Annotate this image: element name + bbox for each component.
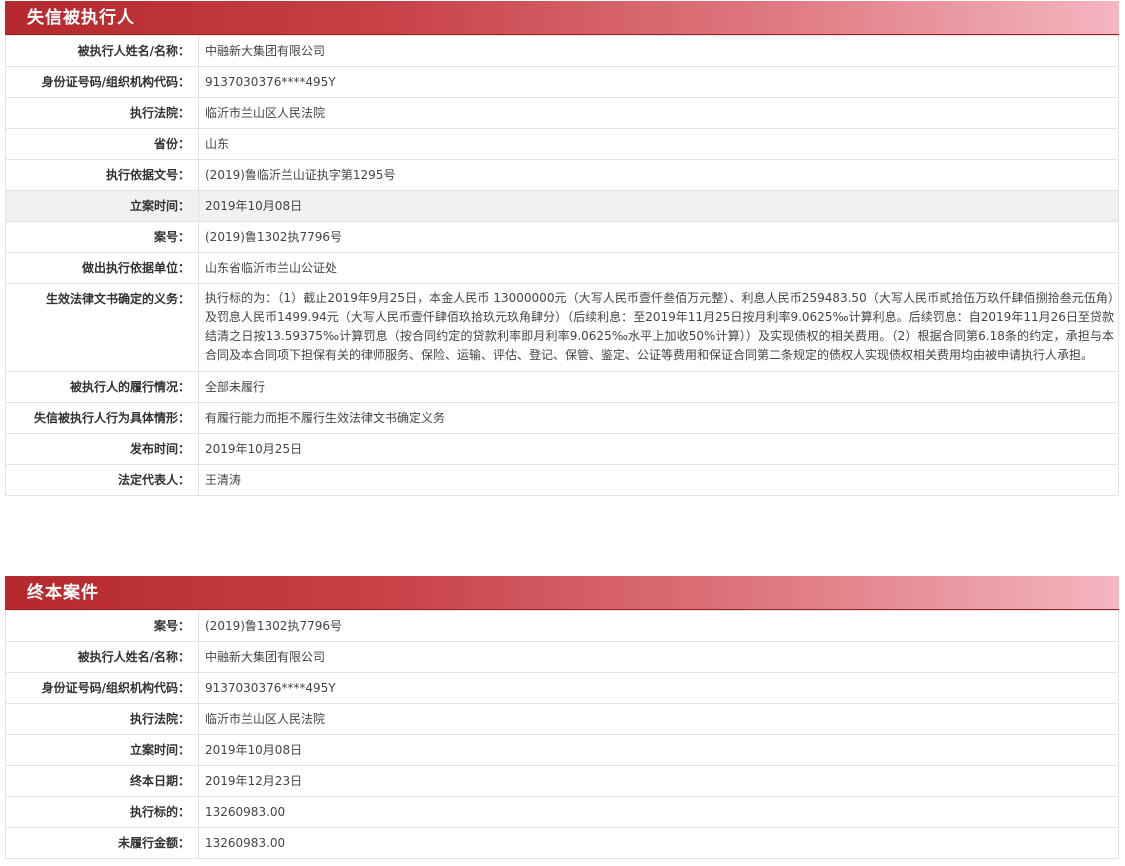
section-title: 失信被执行人	[27, 8, 135, 28]
field-label: 身份证号码/组织机构代码：	[5, 66, 199, 98]
field-label: 失信被执行人行为具体情形：	[5, 402, 199, 434]
section-title: 终本案件	[27, 583, 99, 603]
section-header: 终本案件	[5, 576, 1119, 610]
field-value: 2019年12月23日	[198, 765, 1119, 797]
info-row: 身份证号码/组织机构代码： 9137030376****495Y	[5, 66, 1119, 98]
info-row: 生效法律文书确定的义务： 执行标的为：（1）截止2019年9月25日，本金人民币 …	[5, 283, 1119, 372]
info-row: 法定代表人： 王清涛	[5, 464, 1119, 496]
field-value: (2019)鲁1302执7796号	[198, 221, 1119, 253]
terminated-case-table: 案号： (2019)鲁1302执7796号 被执行人姓名/名称： 中融新大集团有限公司…	[5, 610, 1119, 859]
info-row: 终本日期： 2019年12月23日	[5, 765, 1119, 797]
field-label: 生效法律文书确定的义务：	[5, 283, 199, 372]
field-label: 被执行人姓名/名称：	[5, 641, 199, 673]
field-value: 9137030376****495Y	[198, 672, 1119, 704]
field-value: 2019年10月08日	[198, 734, 1119, 766]
info-row: 执行标的： 13260983.00	[5, 796, 1119, 828]
info-row: 执行法院： 临沂市兰山区人民法院	[5, 703, 1119, 735]
dishonest-debtor-table: 被执行人姓名/名称： 中融新大集团有限公司 身份证号码/组织机构代码： 9137030…	[5, 35, 1119, 496]
info-row: 被执行人的履行情况： 全部未履行	[5, 371, 1119, 403]
field-value: 全部未履行	[198, 371, 1119, 403]
field-label: 做出执行依据单位：	[5, 252, 199, 284]
info-row: 做出执行依据单位： 山东省临沂市兰山公证处	[5, 252, 1119, 284]
field-label: 执行法院：	[5, 703, 199, 735]
info-row: 发布时间： 2019年10月25日	[5, 433, 1119, 465]
info-row: 失信被执行人行为具体情形： 有履行能力而拒不履行生效法律文书确定义务	[5, 402, 1119, 434]
field-value: 13260983.00	[198, 796, 1119, 828]
field-value: 执行标的为：（1）截止2019年9月25日，本金人民币 13000000元（大写…	[198, 283, 1119, 372]
field-label: 执行标的：	[5, 796, 199, 828]
info-row: 案号： (2019)鲁1302执7796号	[5, 221, 1119, 253]
field-value: 王清涛	[198, 464, 1119, 496]
field-value: 13260983.00	[198, 827, 1119, 859]
terminated-case-section: 终本案件 案号： (2019)鲁1302执7796号 被执行人姓名/名称： 中融新大集…	[5, 576, 1119, 859]
field-label: 身份证号码/组织机构代码：	[5, 672, 199, 704]
section-header: 失信被执行人	[5, 1, 1119, 35]
field-value: 临沂市兰山区人民法院	[198, 703, 1119, 735]
field-label: 案号：	[5, 221, 199, 253]
info-row: 立案时间： 2019年10月08日	[5, 734, 1119, 766]
field-value: 山东省临沂市兰山公证处	[198, 252, 1119, 284]
field-value: 山东	[198, 128, 1119, 160]
field-label: 立案时间：	[5, 190, 199, 222]
field-label: 省份：	[5, 128, 199, 160]
info-row: 被执行人姓名/名称： 中融新大集团有限公司	[5, 35, 1119, 67]
field-label: 立案时间：	[5, 734, 199, 766]
field-value: (2019)鲁1302执7796号	[198, 610, 1119, 642]
field-value: 2019年10月08日	[198, 190, 1119, 222]
info-row: 执行依据文号： (2019)鲁临沂兰山证执字第1295号	[5, 159, 1119, 191]
field-value: 2019年10月25日	[198, 433, 1119, 465]
field-label: 案号：	[5, 610, 199, 642]
info-row: 未履行金额： 13260983.00	[5, 827, 1119, 859]
field-label: 终本日期：	[5, 765, 199, 797]
field-label: 发布时间：	[5, 433, 199, 465]
field-label: 被执行人姓名/名称：	[5, 35, 199, 67]
field-label: 被执行人的履行情况：	[5, 371, 199, 403]
info-row: 被执行人姓名/名称： 中融新大集团有限公司	[5, 641, 1119, 673]
field-value: 有履行能力而拒不履行生效法律文书确定义务	[198, 402, 1119, 434]
field-label: 执行法院：	[5, 97, 199, 129]
field-label: 未履行金额：	[5, 827, 199, 859]
field-value: 中融新大集团有限公司	[198, 35, 1119, 67]
field-value: 临沂市兰山区人民法院	[198, 97, 1119, 129]
info-row: 省份： 山东	[5, 128, 1119, 160]
field-value: 9137030376****495Y	[198, 66, 1119, 98]
field-label: 执行依据文号：	[5, 159, 199, 191]
info-row: 案号： (2019)鲁1302执7796号	[5, 610, 1119, 642]
info-row: 身份证号码/组织机构代码： 9137030376****495Y	[5, 672, 1119, 704]
dishonest-debtor-section: 失信被执行人 被执行人姓名/名称： 中融新大集团有限公司 身份证号码/组织机构代码：…	[5, 1, 1119, 496]
field-value: 中融新大集团有限公司	[198, 641, 1119, 673]
info-row: 立案时间： 2019年10月08日	[5, 190, 1119, 222]
field-label: 法定代表人：	[5, 464, 199, 496]
field-value: (2019)鲁临沂兰山证执字第1295号	[198, 159, 1119, 191]
info-row: 执行法院： 临沂市兰山区人民法院	[5, 97, 1119, 129]
